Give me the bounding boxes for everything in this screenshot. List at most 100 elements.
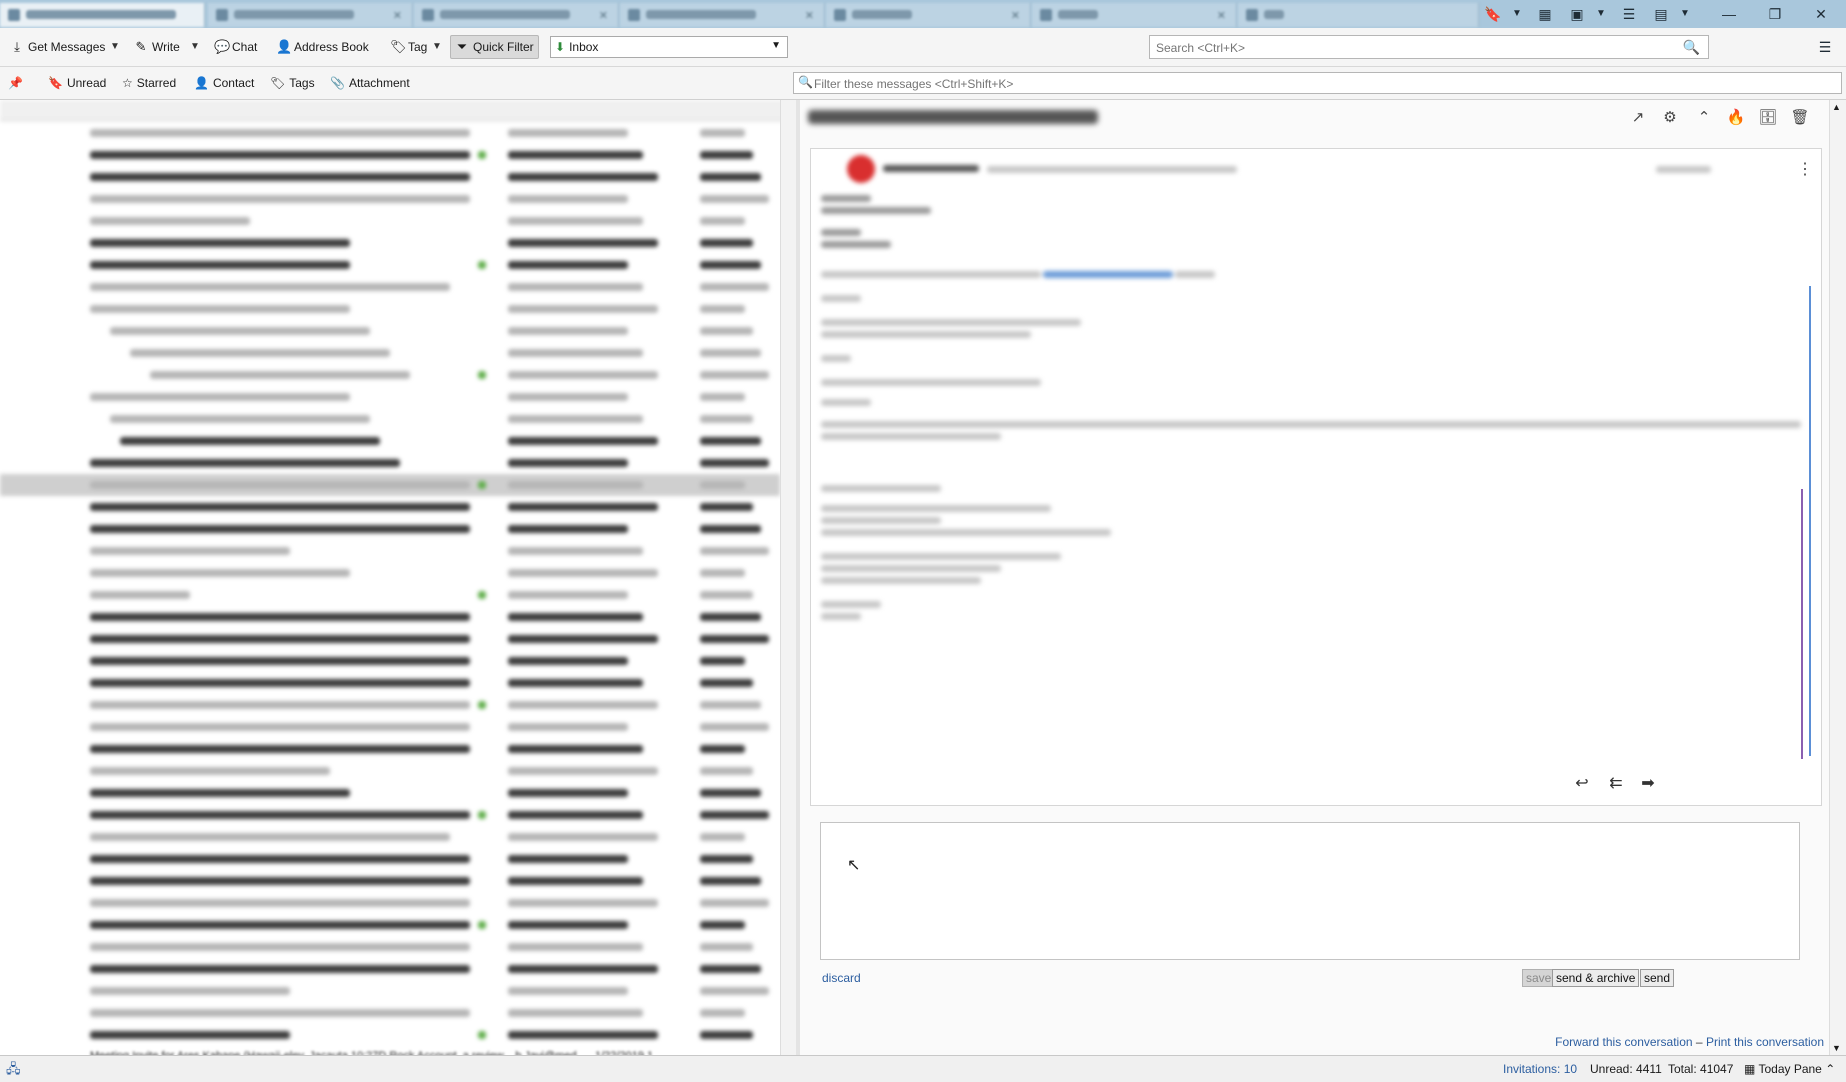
thread-row[interactable] bbox=[0, 364, 780, 386]
search-icon[interactable]: 🔍 bbox=[1683, 39, 1700, 56]
thread-row[interactable] bbox=[0, 650, 780, 672]
tasks-icon[interactable]: ☰ bbox=[1620, 5, 1638, 23]
today-pane-toggle[interactable]: ▦ Today Pane ⌃ bbox=[1744, 1062, 1835, 1076]
thread-row[interactable] bbox=[0, 848, 780, 870]
scroll-down-icon[interactable]: ▼ bbox=[1832, 1043, 1841, 1053]
discard-link[interactable]: discard bbox=[822, 971, 861, 985]
thread-column-headers[interactable] bbox=[0, 100, 796, 121]
chevron-down-icon[interactable]: ▼ bbox=[1592, 5, 1610, 23]
address-book-button[interactable]: 👤 Address Book bbox=[272, 35, 373, 59]
thread-row[interactable] bbox=[0, 430, 780, 452]
thread-row[interactable] bbox=[0, 782, 780, 804]
minimize-icon[interactable]: — bbox=[1706, 0, 1752, 28]
chevron-down-icon[interactable]: ▼ bbox=[430, 35, 444, 59]
more-options-icon[interactable]: ⋮ bbox=[1797, 159, 1813, 179]
close-icon[interactable]: ✕ bbox=[1217, 9, 1226, 22]
calendar-add-icon[interactable]: ▣ bbox=[1568, 5, 1586, 23]
thread-row[interactable] bbox=[0, 914, 780, 936]
thread-row[interactable] bbox=[0, 408, 780, 430]
get-messages-button[interactable]: ⤓ Get Messages bbox=[6, 35, 109, 59]
thread-row[interactable] bbox=[0, 606, 780, 628]
filter-starred-button[interactable]: ☆ Starred bbox=[122, 72, 176, 94]
thread-row[interactable] bbox=[0, 672, 780, 694]
thread-row[interactable] bbox=[0, 760, 780, 782]
thread-scrollbar[interactable] bbox=[780, 100, 796, 1055]
tab-message[interactable]: ✕ bbox=[208, 3, 413, 27]
quick-filter-button[interactable]: ⏷ Quick Filter bbox=[450, 35, 539, 59]
close-icon[interactable]: ✕ bbox=[599, 9, 608, 22]
chevron-down-icon[interactable]: ▼ bbox=[108, 35, 122, 59]
invitations-count[interactable]: Invitations: 10 bbox=[1503, 1062, 1577, 1076]
thread-row[interactable] bbox=[0, 892, 780, 914]
tab-mail[interactable] bbox=[0, 3, 205, 27]
thread-row[interactable] bbox=[0, 210, 780, 232]
tab-message[interactable]: ✕ bbox=[414, 3, 619, 27]
sticky-pin-icon[interactable]: 📌 bbox=[8, 72, 23, 94]
thread-row[interactable] bbox=[0, 342, 780, 364]
thread-row[interactable] bbox=[0, 562, 780, 584]
filter-attachment-button[interactable]: 📎 Attachment bbox=[330, 72, 410, 94]
thread-row[interactable] bbox=[0, 958, 780, 980]
chat-button[interactable]: 💬 Chat bbox=[210, 35, 261, 59]
thread-row[interactable] bbox=[0, 716, 780, 738]
filter-unread-button[interactable]: 🔖 Unread bbox=[48, 72, 106, 94]
write-button[interactable]: ✎ Write bbox=[130, 35, 184, 59]
print-conversation-link[interactable]: Print this conversation bbox=[1706, 1035, 1824, 1049]
thread-row[interactable] bbox=[0, 738, 780, 760]
thread-row[interactable] bbox=[0, 122, 780, 144]
close-icon[interactable]: ✕ bbox=[1011, 9, 1020, 22]
thread-row[interactable] bbox=[0, 518, 780, 540]
chevron-down-icon[interactable]: ▼ bbox=[1676, 5, 1694, 23]
archive-icon[interactable]: 🗄 bbox=[1758, 108, 1778, 128]
close-icon[interactable]: ✕ bbox=[805, 9, 814, 22]
forward-icon[interactable]: ➡ bbox=[1637, 773, 1659, 793]
thread-row[interactable] bbox=[0, 496, 780, 518]
thread-row[interactable] bbox=[0, 144, 780, 166]
close-window-icon[interactable]: ✕ bbox=[1798, 0, 1844, 28]
restore-icon[interactable]: ❐ bbox=[1752, 0, 1798, 28]
thread-row[interactable] bbox=[0, 1024, 780, 1046]
thread-row[interactable] bbox=[0, 628, 780, 650]
tab-message[interactable]: ✕ bbox=[826, 3, 1031, 27]
open-in-tab-icon[interactable]: ↗ bbox=[1628, 108, 1648, 128]
tab-message[interactable]: ✕ bbox=[1032, 3, 1237, 27]
thread-row[interactable] bbox=[0, 804, 780, 826]
tab-message[interactable]: ✕ bbox=[620, 3, 825, 27]
settings-gear-icon[interactable]: ⚙ bbox=[1660, 108, 1680, 128]
thread-row[interactable] bbox=[0, 298, 780, 320]
calendar-icon[interactable]: ▦ bbox=[1536, 5, 1554, 23]
thread-row[interactable] bbox=[0, 870, 780, 892]
thread-row[interactable] bbox=[0, 188, 780, 210]
thread-row[interactable] bbox=[0, 474, 780, 496]
chevron-down-icon[interactable]: ▼ bbox=[1508, 5, 1526, 23]
thread-row[interactable] bbox=[0, 936, 780, 958]
thread-row[interactable] bbox=[0, 386, 780, 408]
bookmark-icon[interactable]: 🔖 bbox=[1484, 5, 1502, 23]
tab-message[interactable] bbox=[1238, 3, 1479, 27]
filter-tags-button[interactable]: 🏷 Tags bbox=[270, 72, 315, 94]
search-input[interactable] bbox=[1150, 36, 1678, 60]
chevron-down-icon[interactable]: ▼ bbox=[188, 35, 202, 59]
thread-row[interactable] bbox=[0, 320, 780, 342]
thread-row[interactable] bbox=[0, 1002, 780, 1024]
folder-location-select[interactable]: ⬇ Inbox ▼ bbox=[550, 36, 788, 58]
reply-all-icon[interactable]: ⇇ bbox=[1605, 773, 1627, 793]
send-button[interactable]: send bbox=[1640, 969, 1675, 987]
thread-row[interactable] bbox=[0, 254, 780, 276]
thread-row[interactable] bbox=[0, 826, 780, 848]
save-button[interactable]: save bbox=[1522, 969, 1556, 987]
collapse-up-icon[interactable]: ⌃ bbox=[1694, 108, 1714, 128]
thread-row[interactable] bbox=[0, 694, 780, 716]
task-add-icon[interactable]: ▤ bbox=[1652, 5, 1670, 23]
filter-contact-button[interactable]: 👤 Contact bbox=[194, 72, 254, 94]
tag-button[interactable]: 🏷 Tag bbox=[386, 35, 431, 59]
scroll-up-icon[interactable]: ▲ bbox=[1832, 102, 1841, 112]
reply-icon[interactable]: ↩ bbox=[1571, 773, 1593, 793]
message-scrollbar[interactable]: ▲ ▼ bbox=[1829, 100, 1846, 1055]
close-icon[interactable]: ✕ bbox=[393, 9, 402, 22]
trash-icon[interactable]: 🗑 bbox=[1790, 108, 1810, 128]
thread-row[interactable] bbox=[0, 540, 780, 562]
thread-row[interactable] bbox=[0, 980, 780, 1002]
thread-row[interactable] bbox=[0, 232, 780, 254]
thread-row[interactable] bbox=[0, 166, 780, 188]
